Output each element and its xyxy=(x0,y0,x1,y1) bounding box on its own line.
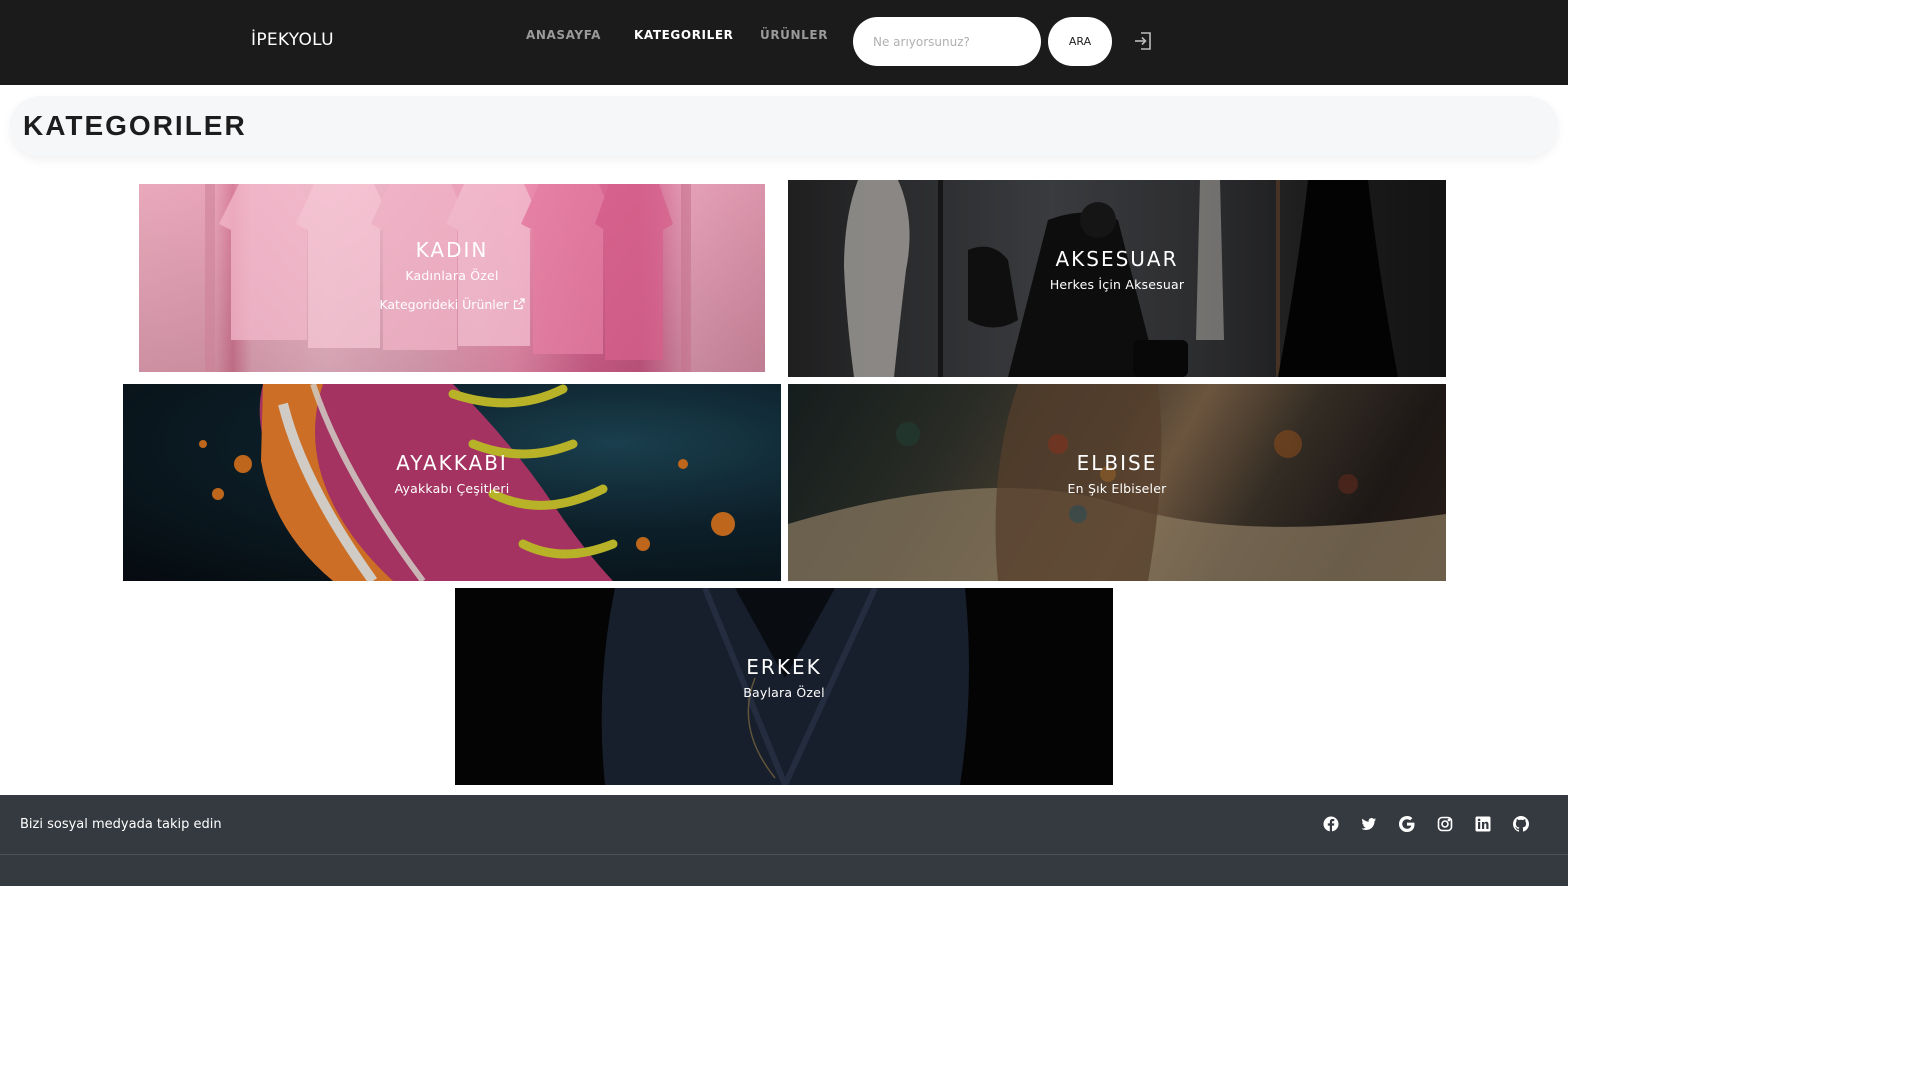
category-title-erkek: ERKEK xyxy=(746,655,822,679)
search-input[interactable] xyxy=(853,17,1041,66)
instagram-icon[interactable] xyxy=(1437,816,1453,832)
github-icon[interactable] xyxy=(1513,816,1529,832)
category-text-ayakkabi: AYAKKABI Ayakkabı Çeşitleri xyxy=(123,451,781,496)
category-card-erkek[interactable]: ERKEK Baylara Özel xyxy=(455,588,1113,785)
category-text-aksesuar: AKSESUAR Herkes İçin Aksesuar xyxy=(788,247,1446,292)
category-card-kadin[interactable]: KADIN Kadınlara Özel Kategorideki Ürünle… xyxy=(139,184,765,372)
category-subtitle-erkek: Baylara Özel xyxy=(743,685,825,700)
page-header: KATEGORILER xyxy=(10,96,1558,156)
footer-social-text: Bizi sosyal medyada takip edin xyxy=(20,817,222,832)
facebook-icon[interactable] xyxy=(1323,816,1339,832)
brand-logo[interactable]: İPEKYOLU xyxy=(251,30,334,50)
nav-link-anasayfa[interactable]: ANASAYFA xyxy=(526,28,601,42)
twitter-icon[interactable] xyxy=(1361,816,1377,832)
footer: Bizi sosyal medyada takip edin xyxy=(0,795,1568,886)
category-subtitle-elbise: En Şık Elbiseler xyxy=(1067,481,1167,496)
nav-link-kategoriler[interactable]: KATEGORILER xyxy=(634,28,733,42)
category-title-ayakkabi: AYAKKABI xyxy=(396,451,508,475)
sign-in-icon[interactable] xyxy=(1132,30,1154,52)
category-title-kadin: KADIN xyxy=(415,238,489,262)
category-title-aksesuar: AKSESUAR xyxy=(1055,247,1179,271)
category-card-ayakkabi[interactable]: AYAKKABI Ayakkabı Çeşitleri xyxy=(123,384,781,581)
category-subtitle-ayakkabi: Ayakkabı Çeşitleri xyxy=(394,481,510,496)
external-link-icon xyxy=(513,297,525,312)
category-subtitle-aksesuar: Herkes İçin Aksesuar xyxy=(1049,277,1185,292)
navbar: İPEKYOLU ANASAYFA KATEGORILER ÜRÜNLER AR… xyxy=(0,0,1568,85)
category-text-erkek: ERKEK Baylara Özel xyxy=(455,655,1113,700)
page-title: KATEGORILER xyxy=(23,110,247,141)
category-products-link-label: Kategorideki Ürünler xyxy=(379,297,509,312)
category-text-elbise: ELBISE En Şık Elbiseler xyxy=(788,451,1446,496)
category-card-elbise[interactable]: ELBISE En Şık Elbiseler xyxy=(788,384,1446,581)
google-icon[interactable] xyxy=(1399,816,1415,832)
category-title-elbise: ELBISE xyxy=(1076,451,1158,475)
search-button[interactable]: ARA xyxy=(1048,17,1112,66)
linkedin-icon[interactable] xyxy=(1475,816,1491,832)
category-card-aksesuar[interactable]: AKSESUAR Herkes İçin Aksesuar xyxy=(788,180,1446,377)
footer-divider xyxy=(0,854,1568,855)
nav-link-urunler[interactable]: ÜRÜNLER xyxy=(760,28,828,42)
category-subtitle-kadin: Kadınlara Özel xyxy=(405,268,499,283)
category-products-link-kadin[interactable]: Kategorideki Ürünler xyxy=(379,297,525,312)
category-text-kadin: KADIN Kadınlara Özel Kategorideki Ürünle… xyxy=(139,238,765,313)
